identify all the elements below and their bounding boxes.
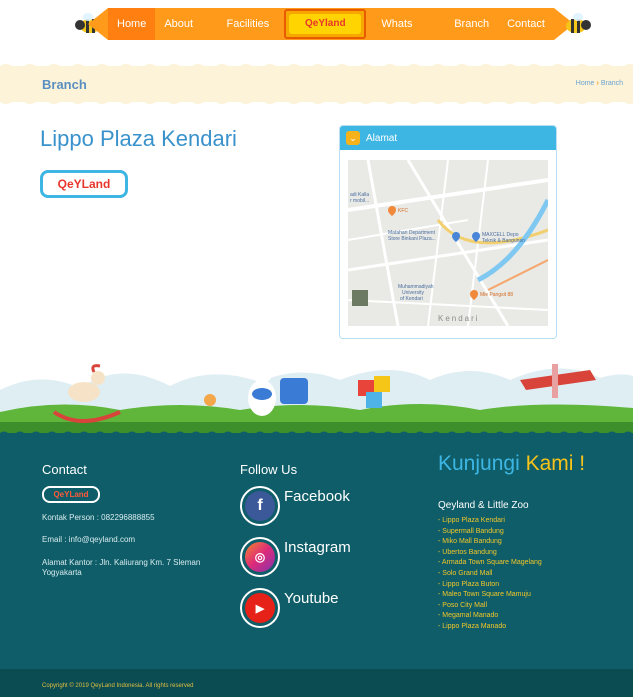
breadcrumb-bar: Branch Home › Branch	[0, 64, 633, 104]
branch-list-item[interactable]: - Lippo Plaza Buton	[438, 580, 542, 591]
branch-list-item[interactable]: - Ubertos Bandung	[438, 548, 542, 559]
contact-email[interactable]: Email : info@qeyland.com	[42, 535, 135, 545]
contact-address-line1: Alamat Kantor : Jln. Kaliurang Km. 7 Sle…	[42, 558, 201, 567]
page-title: Branch	[42, 77, 87, 92]
contact-address-line2: Yogyakarta	[42, 568, 82, 577]
youtube-label: Youtube	[284, 590, 339, 607]
zoo-title: Qeyland & Little Zoo	[438, 500, 529, 511]
nav-ribbon-left	[88, 8, 108, 40]
instagram-link[interactable]: ◎ Instagram	[240, 537, 351, 577]
kunjungi-heading: Kunjungi Kami !	[438, 452, 585, 476]
facebook-link[interactable]: f Facebook	[240, 486, 350, 526]
contact-title: Contact	[42, 462, 87, 477]
branch-list-item[interactable]: - Supermall Bandung	[438, 527, 542, 538]
nav-bar: Home About Us Facilities QeYland Whats N…	[108, 8, 554, 62]
map-label: KFC	[398, 208, 408, 214]
youtube-link[interactable]: ▶ Youtube	[240, 588, 339, 628]
wave-top-decoration	[0, 64, 633, 70]
youtube-icon: ▶	[240, 588, 280, 628]
map-pin-icon	[452, 232, 460, 242]
copyright-text: Copyright © 2019 QeyLand Indonesia. All …	[42, 683, 194, 689]
map-label: Mie Pangsit 88	[480, 292, 514, 298]
map-pin-icon	[472, 232, 480, 242]
map-label: Store Binkani Plaza...	[388, 236, 436, 242]
nav-facilities[interactable]: Facilities	[217, 8, 278, 40]
branch-list: - Lippo Plaza Kendari - Supermall Bandun…	[438, 516, 542, 633]
chevron-down-icon: ⌄	[346, 131, 360, 145]
branch-list-item[interactable]: - Megamal Manado	[438, 611, 542, 622]
bee-icon	[566, 13, 591, 33]
facebook-label: Facebook	[284, 488, 350, 505]
spinning-top-icon	[204, 394, 216, 406]
branch-title: Lippo Plaza Kendari	[40, 126, 237, 151]
map-pin-icon	[470, 290, 478, 300]
branch-logo: QeYLand	[40, 170, 128, 198]
alamat-label: Alamat	[366, 132, 398, 144]
toy-box-icon	[280, 378, 308, 404]
nav-about-us[interactable]: About Us	[155, 8, 217, 62]
nav-logo-text: QeYland	[289, 14, 362, 34]
breadcrumb-current: Branch	[600, 80, 623, 87]
branch-list-item[interactable]: - Armada Town Square Magelang	[438, 558, 542, 569]
branch-logo-text: QeYLand	[57, 177, 111, 191]
map-label: of Kendari	[400, 296, 423, 302]
branch-list-item[interactable]: - Maleo Town Square Mamuju	[438, 590, 542, 601]
kunjungi-word: Kunjungi	[438, 452, 520, 475]
playground-illustration	[0, 350, 633, 435]
nav-whats-new[interactable]: Whats New	[372, 8, 445, 62]
facebook-icon: f	[240, 486, 280, 526]
instagram-label: Instagram	[284, 539, 351, 556]
footer-edge-decoration	[0, 431, 633, 436]
contact-person: Kontak Person : 082296888855	[42, 513, 155, 522]
map-label: Kendari	[438, 314, 480, 323]
footer-logo: QeYLand	[42, 486, 100, 503]
breadcrumb-home-link[interactable]: Home	[576, 80, 595, 87]
nav-logo[interactable]: QeYland	[284, 9, 367, 39]
alamat-card: ⌄ Alamat adi Kalla r mobil... KFC Mataha…	[339, 125, 557, 339]
alamat-header[interactable]: ⌄ Alamat	[340, 126, 556, 150]
breadcrumb: Home › Branch	[576, 80, 623, 87]
instagram-icon: ◎	[240, 537, 280, 577]
nav-branch[interactable]: Branch	[445, 8, 498, 40]
map-label: r mobil...	[350, 198, 370, 204]
map-label: Teknik & Bangunan	[482, 238, 526, 244]
branch-list-item[interactable]: - Lippo Plaza Kendari	[438, 516, 542, 527]
wave-bottom-decoration	[0, 98, 633, 104]
branch-list-item[interactable]: - Miko Mall Bandung	[438, 537, 542, 548]
follow-title: Follow Us	[240, 462, 298, 477]
top-navigation: Home About Us Facilities QeYland Whats N…	[0, 0, 633, 62]
kami-word: Kami !	[525, 452, 586, 475]
location-map[interactable]: adi Kalla r mobil... KFC Matahari Depart…	[348, 160, 548, 326]
nav-home[interactable]: Home	[108, 8, 156, 40]
branch-list-item[interactable]: - Poso City Mall	[438, 601, 542, 612]
nav-contact[interactable]: Contact	[498, 8, 554, 40]
footer-logo-text: QeYLand	[53, 490, 89, 499]
breadcrumb-separator-icon: ›	[596, 80, 599, 87]
map-pin-icon	[388, 206, 396, 216]
branch-list-item[interactable]: - Solo Grand Mall	[438, 569, 542, 580]
branch-list-item[interactable]: - Lippo Plaza Manado	[438, 622, 542, 633]
